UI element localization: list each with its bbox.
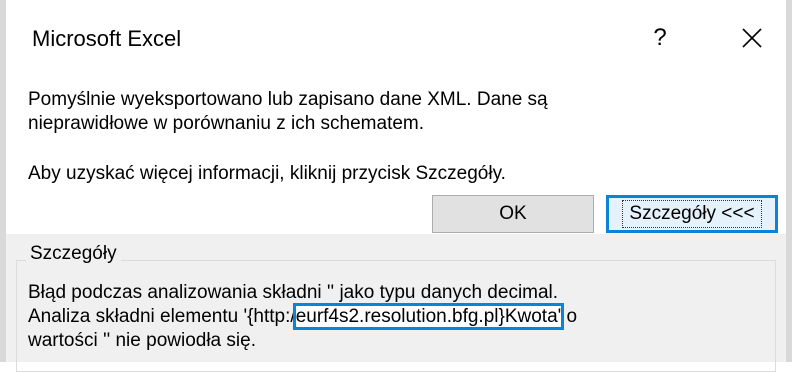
- details-highlight: eurf4s2.resolution.bfg.pl}Kwota': [292, 303, 565, 330]
- details-line-2: Analiza składni elementu '{http:/eurf4s2…: [28, 303, 578, 330]
- close-icon: [742, 28, 762, 48]
- details-panel: Szczegóły Błąd podczas analizowania skła…: [6, 234, 786, 372]
- help-button[interactable]: ?: [634, 16, 686, 60]
- details-button-label: Szczegóły <<<: [622, 200, 762, 228]
- close-button[interactable]: [726, 16, 778, 60]
- details-button[interactable]: Szczegóły <<<: [606, 195, 778, 233]
- details-line-1: Błąd podczas analizowania składni '' jak…: [28, 282, 559, 303]
- message-line-2: nieprawidłowe w porównaniu z ich schemat…: [28, 113, 425, 134]
- details-line-3: wartości '' nie powiodła się.: [28, 330, 256, 351]
- details-line-2-suffix: o: [561, 306, 578, 327]
- excel-dialog: Microsoft Excel ? Pomyślnie wyeksportowa…: [0, 0, 792, 372]
- details-line-2-prefix: Analiza składni elementu '{http:/: [28, 306, 296, 327]
- window-title: Microsoft Excel: [32, 26, 182, 51]
- title-bar: Microsoft Excel ?: [6, 0, 786, 74]
- message-line-1: Pomyślnie wyeksportowano lub zapisano da…: [28, 89, 548, 110]
- message-line-3: Aby uzyskać więcej informacji, kliknij p…: [28, 163, 506, 184]
- details-legend: Szczegóły: [26, 242, 121, 266]
- dialog-content: Pomyślnie wyeksportowano lub zapisano da…: [6, 74, 786, 372]
- ok-button[interactable]: OK: [432, 195, 594, 233]
